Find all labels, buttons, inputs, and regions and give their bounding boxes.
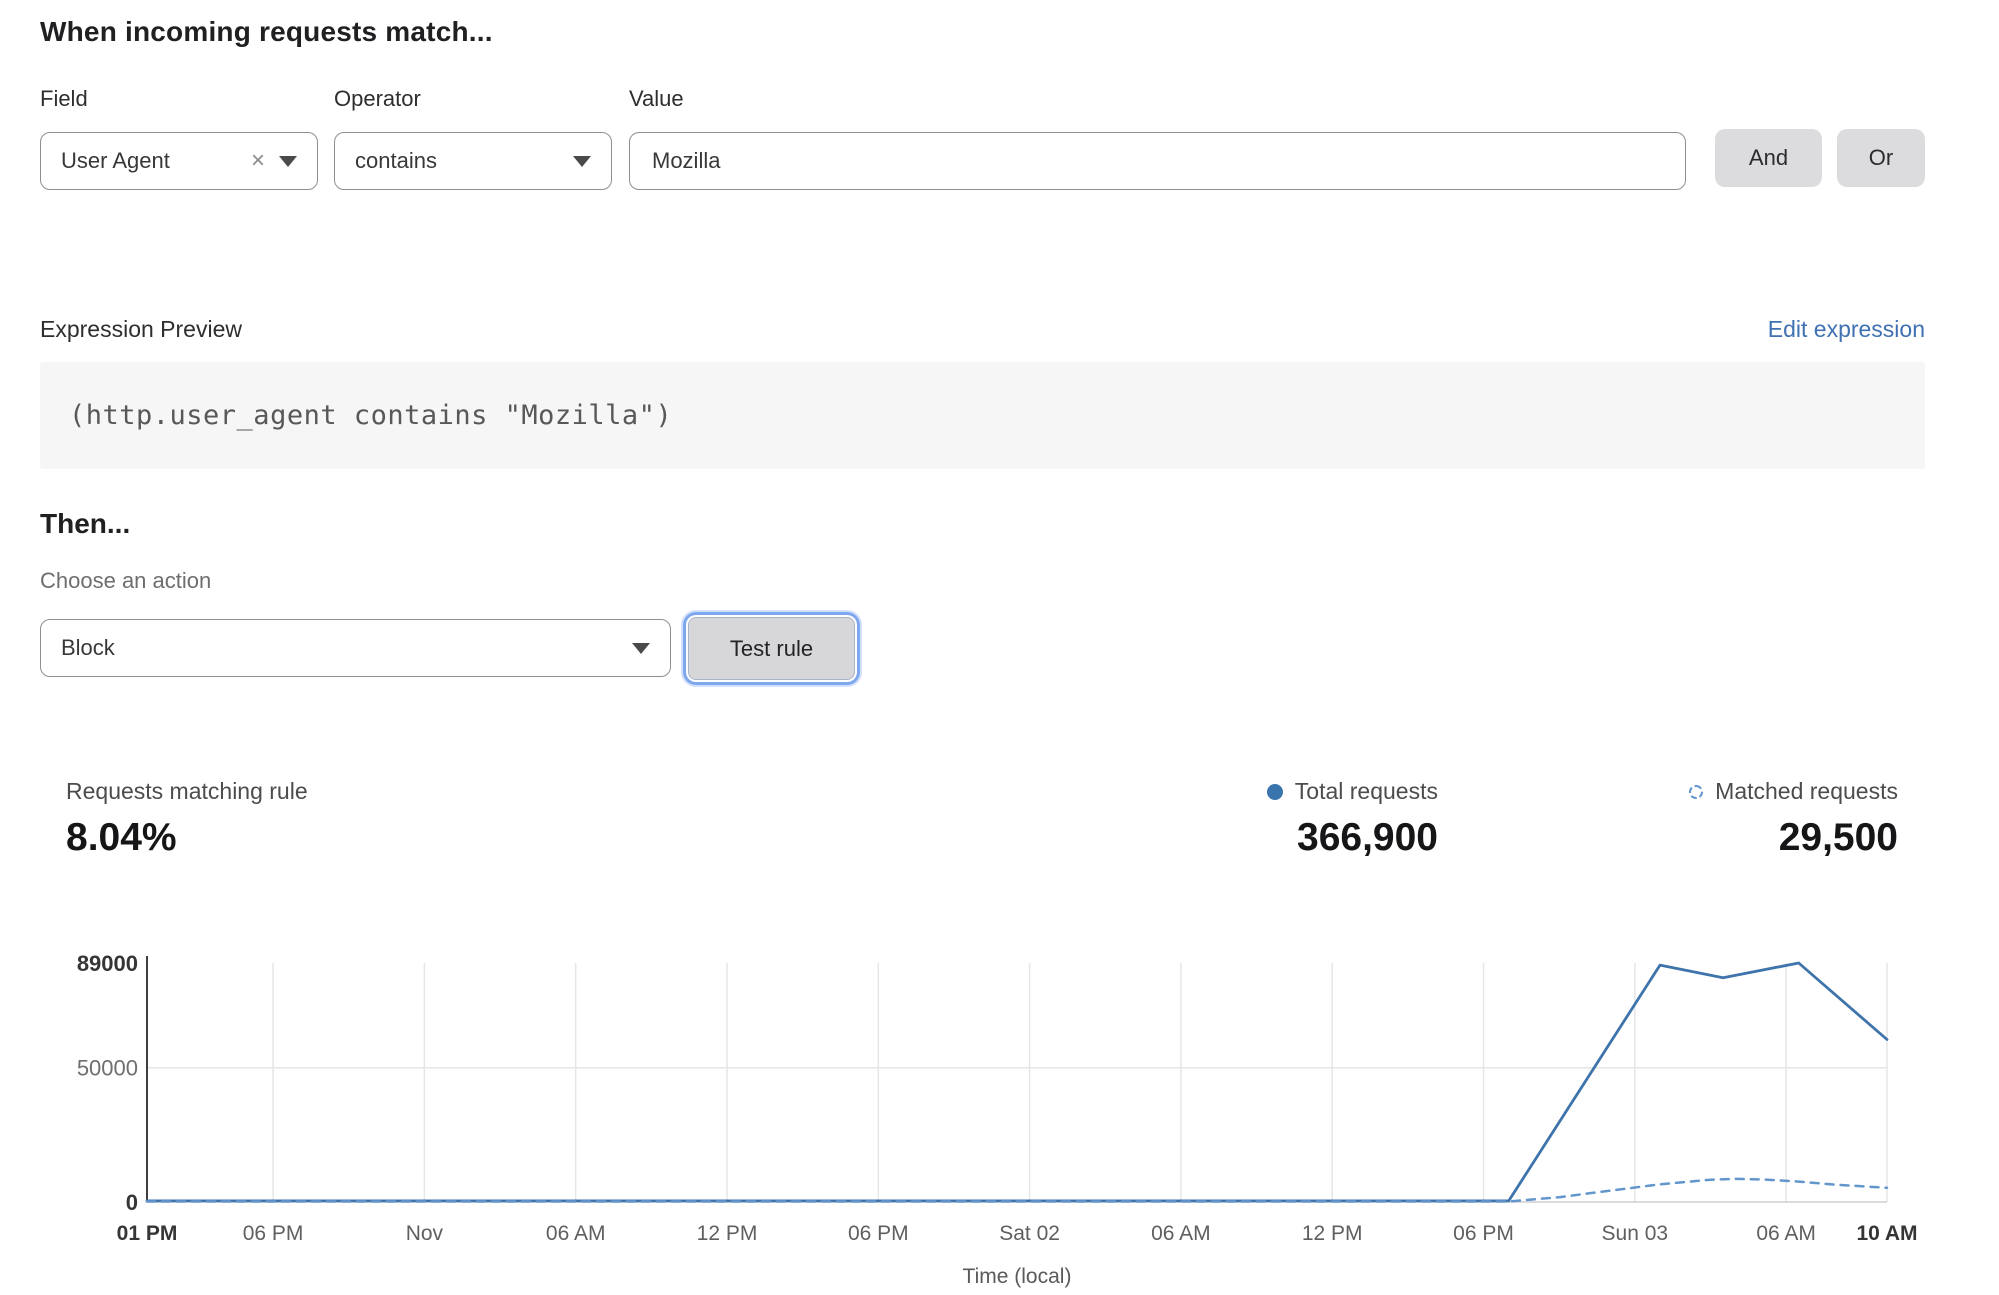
requests-line-chart: 0 50000 89000 01 PM 06 PM Nov 06 AM 12 PM 06 PM S… [40, 946, 1950, 1295]
stat-matched-label: Matched requests [1715, 778, 1898, 805]
x-tick-label: 06 AM [1151, 1222, 1211, 1245]
x-tick-label: Nov [406, 1222, 444, 1245]
x-tick-label: 06 AM [1756, 1222, 1816, 1245]
chevron-down-icon [573, 156, 591, 167]
x-tick-label: Sun 03 [1602, 1222, 1669, 1245]
x-tick-label: 06 PM [243, 1222, 304, 1245]
stat-matching-value: 8.04% [66, 816, 308, 860]
stat-matched-value: 29,500 [1646, 816, 1898, 860]
operator-select[interactable]: contains [334, 132, 612, 190]
or-button[interactable]: Or [1837, 129, 1925, 187]
operator-select-value: contains [355, 148, 437, 174]
series-matched-requests [147, 1179, 1887, 1202]
stat-total-label: Total requests [1295, 778, 1438, 805]
x-tick-label: 12 PM [1302, 1222, 1363, 1245]
expression-code-block: (http.user_agent contains "Mozilla") [40, 362, 1925, 469]
x-tick-label: Sat 02 [999, 1222, 1060, 1245]
field-select[interactable]: User Agent × [40, 132, 318, 190]
firewall-rule-editor: When incoming requests match... Field Op… [0, 0, 1999, 1295]
stat-total-value: 366,900 [1236, 816, 1438, 860]
x-tick-label: 01 PM [117, 1222, 178, 1245]
test-rule-button[interactable]: Test rule [688, 617, 855, 680]
then-title: Then... [40, 508, 130, 540]
x-tick-label: 06 AM [546, 1222, 606, 1245]
stat-matched-requests: Matched requests 29,500 [1646, 778, 1898, 860]
field-select-value: User Agent [61, 148, 170, 174]
expression-preview-label: Expression Preview [40, 316, 242, 343]
matched-requests-legend-dashed-circle-icon [1689, 785, 1703, 799]
action-select-value: Block [61, 635, 115, 661]
expression-code: (http.user_agent contains "Mozilla") [69, 400, 672, 431]
page-title: When incoming requests match... [40, 16, 493, 48]
stat-requests-matching: Requests matching rule 8.04% [66, 778, 308, 860]
stat-total-requests: Total requests 366,900 [1236, 778, 1438, 860]
operator-label: Operator [334, 86, 421, 112]
y-tick-label: 50000 [77, 1056, 138, 1081]
y-tick-label: 89000 [77, 951, 138, 976]
chevron-down-icon [279, 156, 297, 167]
value-input[interactable] [629, 132, 1686, 190]
and-button[interactable]: And [1715, 129, 1822, 187]
x-tick-label: 06 PM [1453, 1222, 1514, 1245]
value-label: Value [629, 86, 684, 112]
choose-action-label: Choose an action [40, 568, 211, 594]
chevron-down-icon [632, 643, 650, 654]
y-tick-label: 0 [126, 1190, 138, 1215]
x-tick-label: 10 AM [1856, 1222, 1917, 1245]
action-select[interactable]: Block [40, 619, 671, 677]
clear-field-icon[interactable]: × [251, 149, 265, 173]
stat-matching-label: Requests matching rule [66, 778, 308, 805]
x-axis-title: Time (local) [963, 1265, 1072, 1288]
x-tick-label: 12 PM [697, 1222, 758, 1245]
edit-expression-link[interactable]: Edit expression [1768, 316, 1925, 343]
x-tick-label: 06 PM [848, 1222, 909, 1245]
series-total-requests [147, 963, 1887, 1201]
field-label: Field [40, 86, 88, 112]
total-requests-legend-dot-icon [1267, 784, 1283, 800]
